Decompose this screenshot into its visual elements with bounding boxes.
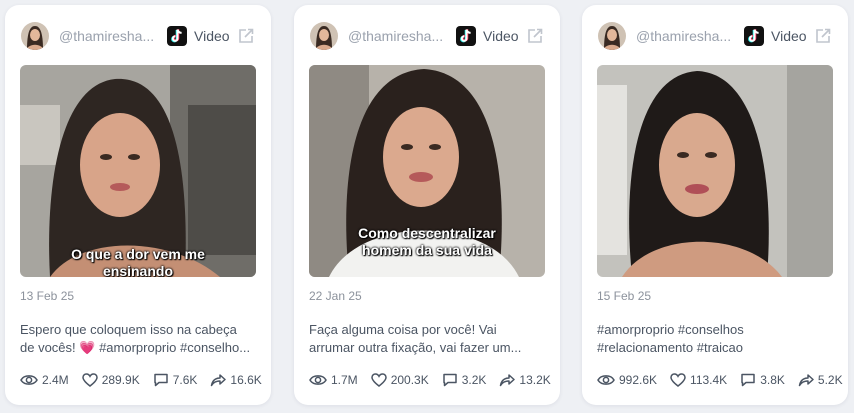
comments-stat: 7.6K xyxy=(153,373,197,387)
video-thumbnail[interactable]: O que a dor vem me ensinando xyxy=(20,65,256,277)
share-icon xyxy=(798,374,814,387)
comments-stat: 3.8K xyxy=(740,373,785,387)
caption-overlay: Como descentralizar homem da sua vida xyxy=(358,225,496,258)
tiktok-icon xyxy=(744,26,764,46)
views-stat: 1.7M xyxy=(309,373,358,387)
video-thumbnail[interactable] xyxy=(597,65,833,277)
account-handle[interactable]: @thamiresha... xyxy=(59,28,155,44)
eye-icon xyxy=(309,375,327,385)
stats-row: 1.7M 200.3K 3.2K 13.2K xyxy=(309,373,551,387)
post-date: 15 Feb 25 xyxy=(597,289,652,303)
post-description: #amorproprio #conselhos #relacionamento … xyxy=(597,322,744,355)
stats-row: 2.4M 289.9K 7.6K 16.6K xyxy=(20,373,262,387)
shares-stat: 16.6K xyxy=(210,373,262,387)
post-type-label: Video xyxy=(194,28,230,44)
avatar[interactable] xyxy=(310,22,338,50)
post-type-label: Video xyxy=(771,28,807,44)
likes-stat: 200.3K xyxy=(370,373,429,387)
comment-icon xyxy=(741,373,755,387)
heart-icon xyxy=(670,373,686,387)
likes-stat: 289.9K xyxy=(81,373,140,387)
post-card[interactable]: @thamiresha... Video O que a dor vem me … xyxy=(5,5,271,405)
comment-icon xyxy=(153,373,168,387)
external-link-icon[interactable] xyxy=(814,27,832,45)
post-description: Faça alguma coisa por você! Vai arrumar … xyxy=(309,322,522,355)
tiktok-icon xyxy=(456,26,476,46)
account-handle[interactable]: @thamiresha... xyxy=(636,28,732,44)
avatar[interactable] xyxy=(598,22,626,50)
post-type-label: Video xyxy=(483,28,519,44)
caption-overlay: O que a dor vem me ensinando xyxy=(71,246,205,277)
heart-icon xyxy=(370,373,387,387)
external-link-icon[interactable] xyxy=(526,27,544,45)
tiktok-icon xyxy=(167,26,187,46)
views-stat: 992.6K xyxy=(597,373,657,387)
comments-stat: 3.2K xyxy=(442,373,486,387)
heart-emoji: 💗 xyxy=(79,340,96,355)
post-date: 13 Feb 25 xyxy=(20,289,75,303)
shares-stat: 5.2K xyxy=(798,373,843,387)
eye-icon xyxy=(20,375,38,385)
post-card[interactable]: @thamiresha... Video 15 Feb 25 #amorprop… xyxy=(582,5,848,405)
card-header: @thamiresha... Video xyxy=(598,21,832,51)
share-icon xyxy=(500,374,516,387)
card-header: @thamiresha... Video xyxy=(310,21,544,51)
account-handle[interactable]: @thamiresha... xyxy=(348,28,444,44)
share-icon xyxy=(211,374,227,387)
external-link-icon[interactable] xyxy=(237,27,255,45)
comment-icon xyxy=(442,373,457,387)
eye-icon xyxy=(597,375,615,385)
shares-stat: 13.2K xyxy=(499,373,551,387)
views-stat: 2.4M xyxy=(20,373,69,387)
card-header: @thamiresha... Video xyxy=(21,21,255,51)
post-date: 22 Jan 25 xyxy=(309,289,362,303)
heart-icon xyxy=(81,373,98,387)
video-thumbnail[interactable]: Como descentralizar homem da sua vida xyxy=(309,65,545,277)
stats-row: 992.6K 113.4K 3.8K 5.2K xyxy=(597,373,843,387)
avatar[interactable] xyxy=(21,22,49,50)
post-description: Espero que coloquem isso na cabeça de vo… xyxy=(20,322,251,355)
likes-stat: 113.4K xyxy=(670,373,727,387)
post-card[interactable]: @thamiresha... Video Como descentralizar… xyxy=(294,5,560,405)
